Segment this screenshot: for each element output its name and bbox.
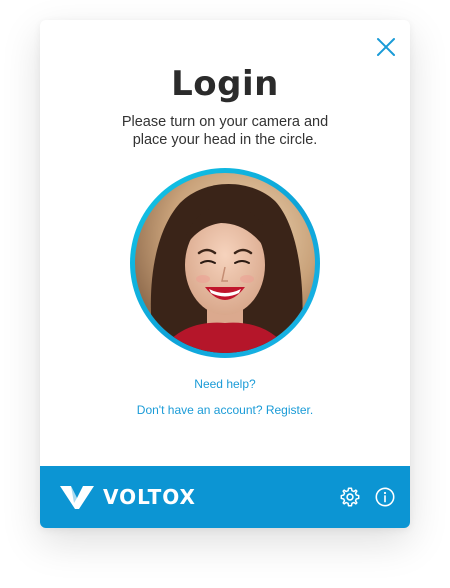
camera-preview-circle[interactable] <box>130 168 320 358</box>
settings-button[interactable] <box>339 486 361 508</box>
help-link-row: Need help? <box>40 377 410 391</box>
camera-instructions: Please turn on your camera and place you… <box>80 113 370 149</box>
login-window-backdrop: Login Please turn on your camera and pla… <box>0 0 450 588</box>
close-button[interactable] <box>374 35 398 59</box>
info-button[interactable] <box>374 486 396 508</box>
login-dialog: Login Please turn on your camera and pla… <box>40 20 410 528</box>
voltox-logo-icon <box>60 486 94 509</box>
page-title: Login <box>171 64 279 104</box>
info-icon <box>375 487 395 507</box>
footer-bar: VOLTOX <box>40 466 410 528</box>
camera-feed-face-image <box>135 173 315 353</box>
close-icon <box>377 38 395 56</box>
instruction-line-2: place your head in the circle. <box>132 132 318 148</box>
need-help-link[interactable]: Need help? <box>194 377 255 391</box>
brand: VOLTOX <box>59 484 196 510</box>
instruction-line-1: Please turn on your camera and <box>121 114 329 130</box>
gear-icon <box>340 487 360 507</box>
brand-name: VOLTOX <box>103 485 196 509</box>
register-link-row: Don't have an account? Register. <box>40 403 410 417</box>
register-link[interactable]: Don't have an account? Register. <box>137 403 313 417</box>
